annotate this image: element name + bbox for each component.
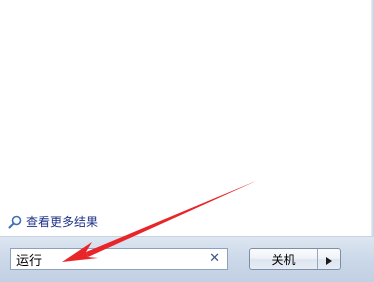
shutdown-options-button[interactable] (318, 249, 340, 269)
search-box[interactable]: ✕ (10, 248, 228, 270)
see-more-results-label: 查看更多结果 (26, 215, 99, 229)
search-results-pane (0, 0, 374, 236)
triangle-right-icon (326, 250, 332, 269)
see-more-results-link[interactable]: 查看更多结果 (8, 213, 98, 231)
search-icon (8, 215, 22, 229)
shutdown-split-button[interactable]: 关机 (249, 248, 341, 270)
clear-search-icon[interactable]: ✕ (209, 250, 220, 268)
shutdown-button[interactable]: 关机 (250, 249, 317, 269)
shutdown-label: 关机 (271, 252, 296, 267)
search-input[interactable] (11, 249, 196, 269)
